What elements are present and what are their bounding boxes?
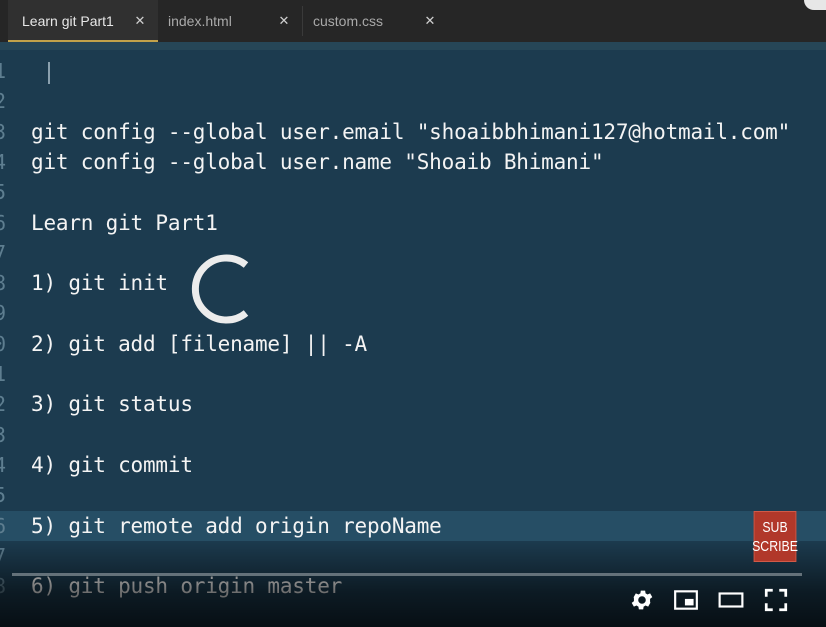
code-line[interactable]: 0 2) git add [filename] || -A bbox=[0, 329, 826, 359]
fullscreen-icon[interactable] bbox=[763, 587, 789, 613]
code-text: 3) git status bbox=[31, 392, 193, 417]
tab-label: Learn git Part1 bbox=[22, 13, 114, 29]
code-line[interactable]: 2 3) git status bbox=[0, 389, 826, 419]
code-line[interactable]: 4 git config --global user.name "Shoaib B… bbox=[0, 147, 826, 177]
editor-top-shadow bbox=[0, 42, 826, 50]
code-text: 1) git init bbox=[31, 271, 168, 296]
subscribe-label-line1: SUB bbox=[762, 518, 788, 536]
subscribe-label-line2: SCRIBE bbox=[752, 537, 798, 555]
tab-bar: Learn git Part1 ✕ index.html ✕ custom.cs… bbox=[0, 0, 826, 42]
line-number: 6 bbox=[0, 513, 7, 538]
line-number: 3 bbox=[0, 422, 7, 447]
code-line[interactable]: 4 4) git commit bbox=[0, 450, 826, 480]
tab-label: index.html bbox=[168, 13, 232, 29]
line-number: 4 bbox=[0, 452, 7, 477]
close-icon[interactable]: ✕ bbox=[276, 13, 292, 29]
code-line[interactable]: 1 bbox=[0, 359, 826, 389]
miniplayer-icon[interactable] bbox=[673, 587, 699, 613]
code-line[interactable]: 5 bbox=[0, 480, 826, 510]
line-number: 7 bbox=[0, 240, 7, 265]
code-text: 4) git commit bbox=[31, 452, 193, 477]
code-text: git config --global user.email "shoaibbh… bbox=[31, 119, 791, 144]
close-icon[interactable]: ✕ bbox=[132, 13, 148, 29]
line-number: 1 bbox=[0, 362, 7, 386]
code-line[interactable]: 6 5) git remote add origin repoName bbox=[0, 510, 826, 541]
code-line[interactable]: 1 bbox=[0, 56, 826, 86]
code-line[interactable]: 2 bbox=[0, 86, 826, 116]
code-line[interactable]: 9 bbox=[0, 298, 826, 328]
code-line[interactable]: 6 Learn git Part1 bbox=[0, 208, 826, 238]
tab-index-html[interactable]: index.html ✕ bbox=[158, 0, 302, 42]
line-number: 4 bbox=[0, 149, 7, 174]
line-number: 5 bbox=[0, 483, 7, 508]
line-number: 1 bbox=[0, 59, 7, 83]
code-line[interactable]: 3 bbox=[0, 420, 826, 450]
theater-mode-icon[interactable] bbox=[718, 587, 744, 613]
code-text: git config --global user.name "Shoaib Bh… bbox=[31, 149, 604, 174]
line-number: 2 bbox=[0, 392, 7, 417]
code-text: 2) git add [filename] || -A bbox=[31, 331, 367, 356]
settings-icon[interactable] bbox=[629, 587, 655, 613]
tab-learn-git-part1[interactable]: Learn git Part1 ✕ bbox=[8, 0, 158, 42]
code-line[interactable]: 7 bbox=[0, 238, 826, 268]
player-controls-gradient bbox=[0, 540, 826, 627]
code-text: Learn git Part1 bbox=[31, 210, 218, 235]
line-number: 5 bbox=[0, 180, 7, 205]
code-line[interactable]: 3 git config --global user.email "shoaibb… bbox=[0, 117, 826, 147]
line-number: 2 bbox=[0, 89, 7, 114]
line-number: 9 bbox=[0, 301, 7, 326]
code-line[interactable]: 5 bbox=[0, 177, 826, 207]
window-corner bbox=[804, 0, 826, 10]
line-number: 3 bbox=[0, 119, 7, 144]
tab-custom-css[interactable]: custom.css ✕ bbox=[303, 0, 447, 42]
close-icon[interactable]: ✕ bbox=[422, 13, 438, 29]
tab-label: custom.css bbox=[313, 13, 384, 29]
line-number: 8 bbox=[0, 271, 7, 296]
progress-bar[interactable] bbox=[12, 573, 802, 576]
loading-spinner-icon bbox=[191, 254, 249, 324]
line-number: 6 bbox=[0, 210, 7, 235]
line-number: 0 bbox=[0, 331, 7, 356]
code-line[interactable]: 8 1) git init bbox=[0, 268, 826, 298]
subscribe-button[interactable]: SUB SCRIBE bbox=[752, 511, 798, 562]
code-text: 5) git remote add origin repoName bbox=[31, 513, 442, 538]
